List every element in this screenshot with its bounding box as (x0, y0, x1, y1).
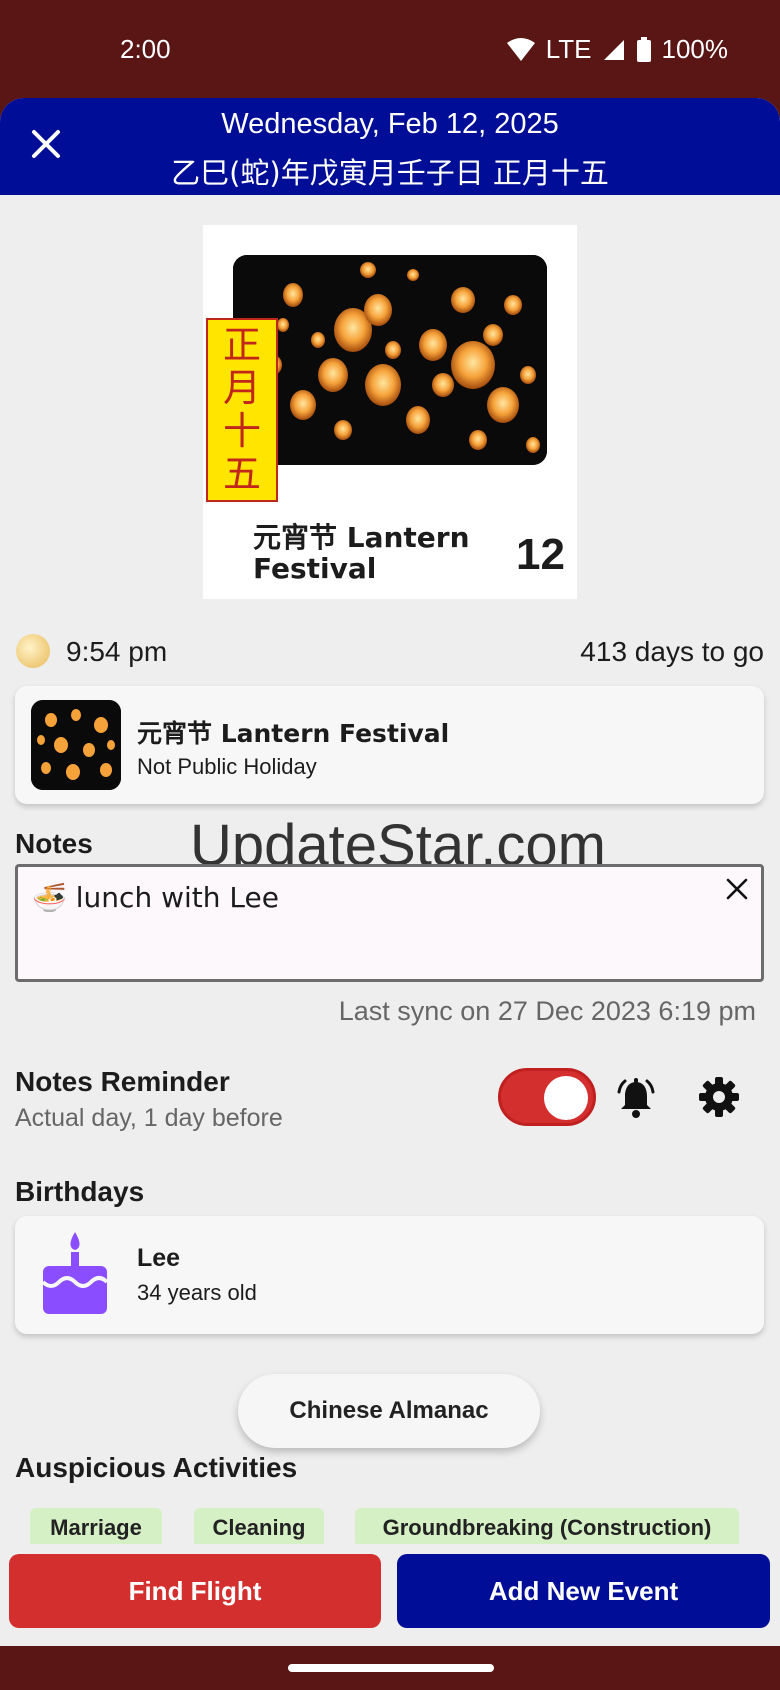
festival-image-card[interactable]: 正 月 十 五 元宵节 Lantern Festival 12 (203, 225, 577, 599)
bell-icon[interactable] (614, 1076, 658, 1120)
header-bar: Wednesday, Feb 12, 2025 乙巳(蛇)年戊寅月壬子日 正月十… (0, 98, 780, 195)
birthdays-label: Birthdays (15, 1176, 145, 1207)
battery-label: 100% (661, 34, 729, 64)
gear-icon[interactable] (698, 1076, 740, 1118)
lunar-tag-char: 五 (222, 452, 261, 496)
festival-thumbnail (31, 700, 121, 790)
moon-time: 9:54 pm (66, 636, 168, 667)
wifi-icon (506, 37, 535, 61)
notes-label: Notes (15, 828, 93, 859)
find-flight-button[interactable]: Find Flight (9, 1554, 381, 1628)
moon-icon (16, 634, 50, 668)
activity-chip: Marriage (30, 1508, 162, 1548)
days-countdown: 413 days to go (580, 636, 764, 667)
network-label: LTE (545, 34, 592, 64)
notes-value[interactable]: 🍜 lunch with Lee (32, 881, 279, 914)
cake-icon (41, 1232, 109, 1314)
lunar-tag-char: 十 (222, 409, 261, 453)
reminder-title: Notes Reminder (15, 1066, 230, 1097)
last-sync-text: Last sync on 27 Dec 2023 6:19 pm (338, 996, 756, 1026)
card-festival-title: 元宵节 Lantern Festival (253, 521, 470, 585)
chinese-almanac-button[interactable]: Chinese Almanac (238, 1374, 540, 1448)
birthday-age: 34 years old (137, 1280, 257, 1305)
header-lunar-date: 乙巳(蛇)年戊寅月壬子日 正月十五 (171, 156, 609, 190)
battery-icon (636, 36, 651, 62)
birthday-name: Lee (137, 1244, 181, 1272)
toggle-knob (544, 1076, 588, 1120)
lunar-tag-char: 月 (222, 366, 261, 410)
status-time: 2:00 (120, 34, 171, 64)
signal-icon (603, 39, 624, 60)
lunar-date-tag: 正 月 十 五 (206, 318, 278, 502)
noodle-emoji: 🍜 (32, 881, 67, 914)
activity-chip: Groundbreaking (Construction) (355, 1508, 739, 1548)
header-date: Wednesday, Feb 12, 2025 (221, 108, 559, 140)
activity-chip: Cleaning (194, 1508, 324, 1548)
home-indicator[interactable] (288, 1664, 494, 1672)
festival-holiday-status: Not Public Holiday (137, 754, 317, 779)
day-detail-sheet: Wednesday, Feb 12, 2025 乙巳(蛇)年戊寅月壬子日 正月十… (0, 98, 780, 1646)
clear-icon[interactable] (725, 877, 749, 901)
status-icons: LTE 100% (506, 34, 728, 65)
notes-field[interactable]: 🍜 lunch with Lee (15, 864, 764, 982)
moon-row: 9:54 pm 413 days to go (16, 630, 764, 674)
lunar-tag-char: 正 (222, 323, 261, 367)
card-day-number: 12 (516, 530, 565, 579)
action-bar: Find Flight Add New Event (0, 1544, 780, 1646)
festival-name: 元宵节 Lantern Festival (137, 719, 450, 748)
festival-card[interactable]: 元宵节 Lantern Festival Not Public Holiday (15, 686, 764, 804)
reminder-subtitle: Actual day, 1 day before (15, 1104, 283, 1132)
notes-text: lunch with Lee (75, 881, 279, 914)
auspicious-label: Auspicious Activities (15, 1452, 298, 1483)
lantern-photo (233, 255, 547, 465)
birthday-card[interactable]: Lee 34 years old (15, 1216, 764, 1334)
add-new-event-button[interactable]: Add New Event (397, 1554, 770, 1628)
status-bar: 2:00 LTE 100% (0, 0, 780, 98)
reminder-toggle[interactable] (498, 1068, 596, 1126)
